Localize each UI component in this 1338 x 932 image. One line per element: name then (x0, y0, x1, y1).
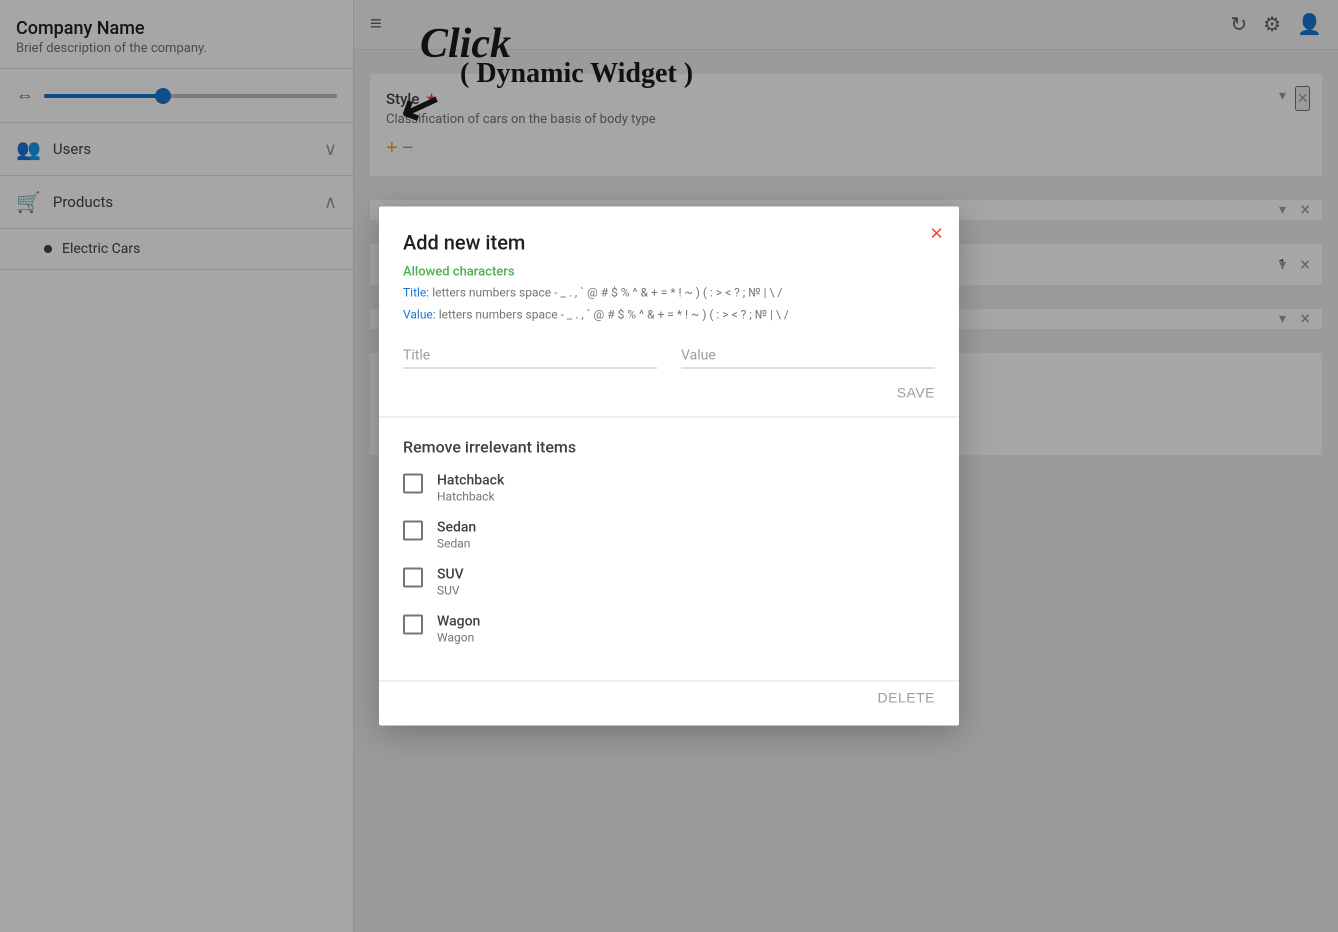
title-allowed-label: Title: (403, 286, 429, 300)
title-allowed-row: Title: letters numbers space - _ . , ` @… (403, 284, 935, 302)
dialog-title: Add new item (403, 231, 935, 255)
suv-subtitle: SUV (437, 584, 464, 598)
value-input[interactable] (681, 344, 935, 369)
delete-button[interactable]: DELETE (878, 690, 935, 706)
add-new-item-dialog: Add new item × Allowed characters Title:… (379, 207, 959, 726)
dialog-save-section: SAVE (379, 385, 959, 418)
value-allowed-row: Value: letters numbers space - _ . , ` @… (403, 306, 935, 324)
value-allowed-label: Value: (403, 308, 436, 322)
title-input[interactable] (403, 344, 657, 369)
dialog-close-button[interactable]: × (930, 223, 943, 245)
sedan-title: Sedan (437, 520, 476, 536)
checkbox-item-hatchback: Hatchback Hatchback (403, 473, 935, 504)
suv-title: SUV (437, 567, 464, 583)
title-allowed-chars: letters numbers space - _ . , ` @ # $ % … (432, 286, 782, 300)
value-allowed-chars: letters numbers space - _ . , ` @ # $ % … (439, 308, 789, 322)
sedan-subtitle: Sedan (437, 537, 476, 551)
wagon-subtitle: Wagon (437, 631, 480, 645)
value-field: Value (681, 344, 935, 369)
hatchback-title: Hatchback (437, 473, 504, 489)
dialog-form: Title Value (379, 324, 959, 385)
hatchback-subtitle: Hatchback (437, 490, 504, 504)
title-field: Title (403, 344, 657, 369)
checkbox-item-suv: SUV SUV (403, 567, 935, 598)
dialog-delete-section: DELETE (379, 681, 959, 726)
checkbox-item-wagon: Wagon Wagon (403, 614, 935, 645)
checkbox-item-sedan: Sedan Sedan (403, 520, 935, 551)
wagon-title: Wagon (437, 614, 480, 630)
hatchback-checkbox[interactable] (403, 474, 423, 494)
dialog-header: Add new item × Allowed characters Title:… (379, 207, 959, 324)
allowed-heading: Allowed characters (403, 265, 935, 280)
dialog-remove-section: Remove irrelevant items Hatchback Hatchb… (379, 418, 959, 681)
wagon-checkbox[interactable] (403, 615, 423, 635)
suv-checkbox[interactable] (403, 568, 423, 588)
sedan-checkbox[interactable] (403, 521, 423, 541)
remove-section-title: Remove irrelevant items (403, 438, 935, 457)
save-button[interactable]: SAVE (897, 385, 935, 401)
